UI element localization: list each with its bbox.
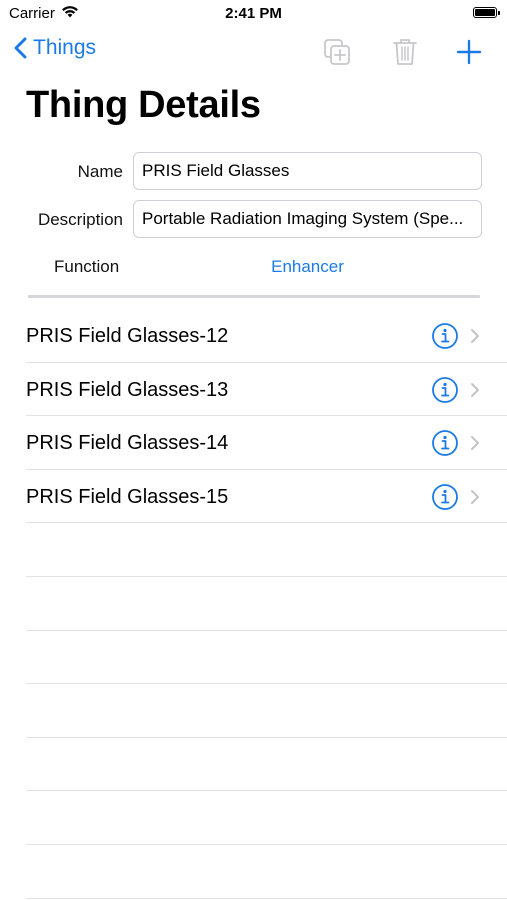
- empty-row: [0, 684, 507, 738]
- info-icon[interactable]: [431, 483, 459, 511]
- name-label: Name: [77, 162, 123, 181]
- chevron-right-icon: [471, 436, 479, 451]
- name-field[interactable]: [133, 152, 482, 190]
- page-title: Thing Details: [26, 84, 261, 126]
- add-button[interactable]: [452, 35, 486, 69]
- back-button-label: Things: [33, 36, 97, 59]
- chevron-right-icon: [471, 489, 479, 504]
- description-label: Description: [37, 210, 123, 229]
- duplicate-icon: [324, 39, 350, 65]
- empty-row: [0, 738, 507, 792]
- info-icon[interactable]: [431, 429, 459, 457]
- empty-row: [0, 791, 507, 845]
- plus-icon: [456, 39, 482, 65]
- description-row: Description: [0, 200, 507, 238]
- empty-row: [0, 845, 507, 899]
- screen: Carrier 2:41 PM Things Thing Details Nam…: [0, 0, 507, 900]
- function-label: Function: [54, 257, 120, 276]
- chevron-right-icon: [471, 329, 479, 343]
- list-item[interactable]: PRIS Field Glasses-14: [0, 416, 507, 470]
- list-item-label: PRIS Field Glasses-14: [26, 432, 229, 455]
- section-divider: [28, 295, 480, 298]
- list-item[interactable]: PRIS Field Glasses-12: [0, 309, 507, 363]
- list-item-label: PRIS Field Glasses-12: [26, 325, 229, 347]
- name-row: Name: [0, 152, 507, 190]
- trash-icon: [393, 39, 417, 65]
- chevron-left-icon: [14, 37, 27, 59]
- chevron-right-icon: [471, 382, 479, 397]
- list-item[interactable]: PRIS Field Glasses-13: [0, 363, 507, 417]
- info-icon[interactable]: [431, 376, 459, 404]
- list-item-label: PRIS Field Glasses-15: [26, 485, 229, 508]
- battery-icon: [473, 7, 500, 18]
- function-picker[interactable]: Enhancer: [133, 257, 482, 277]
- back-button[interactable]: Things: [14, 36, 96, 60]
- list-item[interactable]: PRIS Field Glasses-15: [0, 470, 507, 524]
- empty-row: [0, 523, 507, 577]
- description-field[interactable]: [133, 200, 482, 238]
- info-icon[interactable]: [431, 322, 459, 350]
- status-time: 2:41 PM: [225, 5, 282, 22]
- duplicate-button[interactable]: [320, 35, 354, 69]
- delete-button[interactable]: [388, 35, 422, 69]
- empty-row: [0, 631, 507, 685]
- thing-list: PRIS Field Glasses-12 PRIS Field Glasses…: [0, 309, 507, 899]
- status-bar: Carrier 2:41 PM: [0, 0, 507, 28]
- empty-row: [0, 577, 507, 631]
- list-item-label: PRIS Field Glasses-13: [26, 378, 229, 401]
- navigation-bar: Things: [0, 30, 507, 74]
